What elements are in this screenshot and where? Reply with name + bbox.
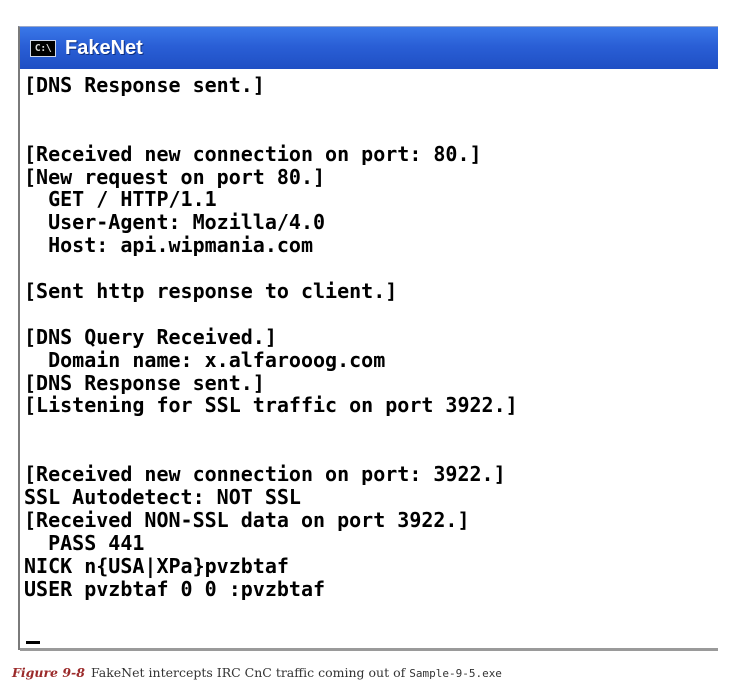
console-line: [New request on port 80.] xyxy=(24,164,326,189)
console-line: Domain name: x.alfarooog.com xyxy=(24,347,386,372)
console-line: [Sent http response to client.] xyxy=(24,279,398,304)
console-line: [Listening for SSL traffic on port 3922.… xyxy=(24,393,518,418)
console-line: [Received new connection on port: 3922.] xyxy=(24,462,506,487)
console-cursor xyxy=(26,641,40,644)
console-line: PASS 441 xyxy=(24,530,145,555)
console-line: USER pvzbtaf 0 0 :pvzbtaf xyxy=(24,576,326,601)
console-line: [Received new connection on port: 80.] xyxy=(24,141,482,166)
console-line: [DNS Response sent.] xyxy=(24,73,265,97)
console-line: [DNS Query Received.] xyxy=(24,324,277,349)
console-output-lines: [DNS Response sent.] [Received new connec… xyxy=(24,74,518,600)
figure-caption-text: FakeNet intercepts IRC CnC traffic comin… xyxy=(90,665,410,680)
console-line: [Received NON-SSL data on port 3922.] xyxy=(24,507,470,532)
figure-label: Figure 9-8 xyxy=(12,665,85,680)
console-line: SSL Autodetect: NOT SSL xyxy=(24,485,301,510)
console-line: GET / HTTP/1.1 xyxy=(24,187,217,212)
figure-caption: Figure 9-8 FakeNet intercepts IRC CnC tra… xyxy=(12,665,502,680)
figure-caption-filename: Sample-9-5.exe xyxy=(409,667,502,680)
console-line: NICK n{USA|XPa}pvzbtaf xyxy=(24,553,289,578)
console-line: User-Agent: Mozilla/4.0 xyxy=(24,210,326,235)
fakenet-console-window: C:\ FakeNet [DNS Response sent.] [Receive… xyxy=(18,26,718,651)
console-output-area[interactable]: [DNS Response sent.] [Received new connec… xyxy=(20,69,718,651)
window-title: FakeNet xyxy=(65,36,143,59)
window-title-bar[interactable]: C:\ FakeNet xyxy=(20,27,718,69)
cmd-console-icon: C:\ xyxy=(30,39,56,57)
console-line: Host: api.wipmania.com xyxy=(24,233,313,258)
console-line: [DNS Response sent.] xyxy=(24,370,265,395)
